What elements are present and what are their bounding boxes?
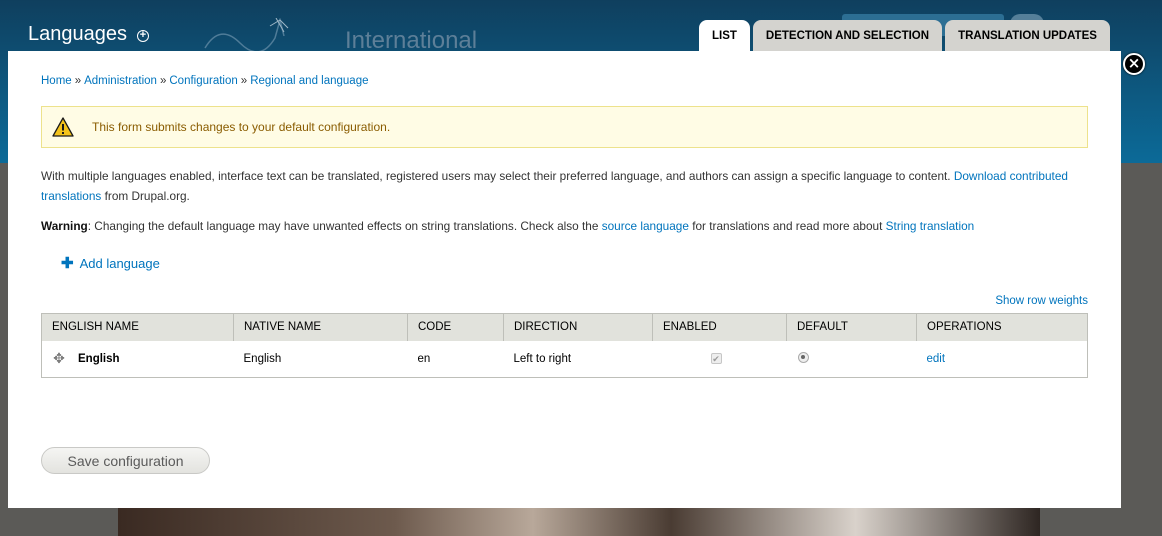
close-overlay-button[interactable]: × — [1123, 53, 1145, 75]
breadcrumb: Home» Administration» Configuration» Region… — [41, 75, 368, 87]
breadcrumb-configuration[interactable]: Configuration — [169, 75, 237, 87]
cell-operations: edit — [917, 341, 1088, 378]
plus-icon: ✚ — [61, 255, 74, 272]
column-enabled: Enabled — [652, 313, 787, 341]
drag-handle-icon[interactable]: ✥ — [52, 350, 66, 367]
tab-detection-and-selection[interactable]: DETECTION AND SELECTION — [752, 20, 943, 51]
page-title: Languages — [28, 23, 127, 45]
column-operations: Operations — [916, 313, 1088, 341]
config-warning-message: This form submits changes to your defaul… — [41, 106, 1088, 148]
breadcrumb-administration[interactable]: Administration — [84, 75, 157, 87]
source-language-link[interactable]: source language — [602, 219, 689, 233]
string-translation-link[interactable]: String translation — [886, 219, 975, 233]
table-row: ✥ English English en Left to right ✔ edi… — [42, 341, 1088, 378]
column-native-name: Native name — [233, 313, 408, 341]
warning-note-text-2: for translations and read more about — [692, 219, 883, 233]
add-shortcut-icon[interactable]: + — [136, 29, 149, 42]
breadcrumb-separator: » — [74, 75, 82, 87]
warning-message-text: This form submits changes to your defaul… — [92, 120, 391, 134]
column-default: Default — [786, 313, 917, 341]
breadcrumb-separator: » — [159, 75, 167, 87]
code-value: en — [417, 352, 431, 365]
languages-table: English name Native name Code Direction … — [41, 313, 1088, 378]
tab-list[interactable]: LIST — [699, 20, 750, 51]
cell-default — [787, 341, 917, 378]
breadcrumb-separator: » — [240, 75, 248, 87]
edit-language-link[interactable]: edit — [927, 353, 946, 365]
default-radio[interactable] — [797, 351, 809, 363]
save-configuration-button[interactable]: Save configuration — [41, 447, 210, 474]
native-name-value: English — [243, 352, 282, 365]
cell-english-name: ✥ English — [42, 341, 234, 378]
tab-translation-updates[interactable]: TRANSLATION UPDATES — [945, 20, 1110, 51]
cell-enabled: ✔ — [653, 341, 787, 378]
breadcrumb-regional-and-language[interactable]: Regional and language — [250, 75, 368, 87]
column-direction: Direction — [503, 313, 653, 341]
warning-note-text-1: : Changing the default language may have… — [87, 219, 599, 233]
overlay-title: Languages + — [28, 23, 149, 46]
warning-note-paragraph: Warning: Changing the default language m… — [41, 216, 1091, 236]
tab-bar: LIST DETECTION AND SELECTION TRANSLATION… — [699, 20, 1110, 51]
column-english-name: English name — [41, 313, 234, 341]
show-row-weights-link[interactable]: Show row weights — [995, 295, 1088, 307]
description-text: With multiple languages enabled, interfa… — [41, 169, 951, 183]
warning-icon — [52, 117, 74, 137]
enabled-checkbox[interactable]: ✔ — [710, 352, 722, 364]
breadcrumb-home[interactable]: Home — [41, 75, 72, 87]
overlay-panel: Home» Administration» Configuration» Region… — [8, 51, 1121, 508]
english-name-value: English — [78, 352, 120, 365]
add-language-link[interactable]: Add language — [80, 256, 160, 271]
direction-value: Left to right — [513, 352, 572, 365]
description-suffix: from Drupal.org. — [104, 189, 190, 203]
add-language-action[interactable]: ✚ Add language — [61, 256, 160, 271]
table-header-row: English name Native name Code Direction … — [41, 313, 1088, 341]
column-code: Code — [407, 313, 504, 341]
description-paragraph: With multiple languages enabled, interfa… — [41, 166, 1091, 206]
warning-note-label: Warning — [41, 219, 88, 233]
